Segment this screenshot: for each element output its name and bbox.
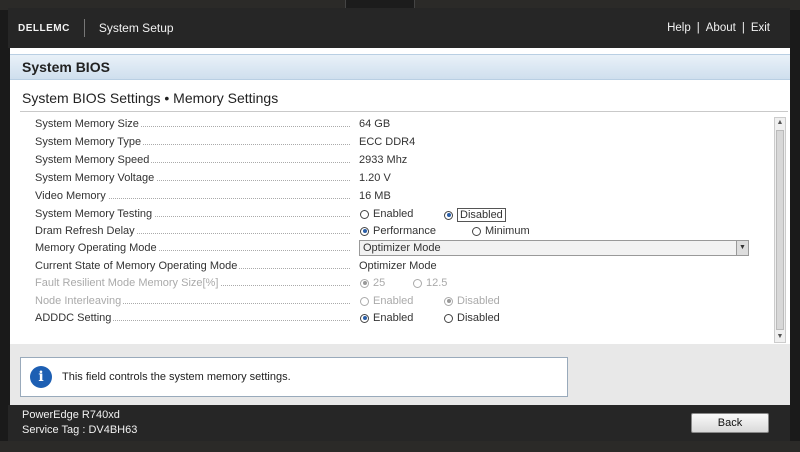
radio-enabled: Enabled: [360, 295, 413, 307]
setting-value: 2933 Mhz: [359, 154, 408, 166]
radio-button: [360, 296, 369, 306]
setting-label: Dram Refresh Delay: [35, 225, 137, 237]
page-title: System BIOS Settings • Memory Settings: [22, 90, 279, 106]
radio-button-selected: [360, 278, 369, 288]
setting-label: System Memory Size: [35, 118, 141, 130]
setting-row-video-memory: Video Memory 16 MB: [10, 188, 770, 205]
setting-value: ECC DDR4: [359, 136, 416, 148]
section-title-bar: System BIOS: [10, 54, 790, 80]
setting-value: Optimizer Mode: [359, 260, 437, 272]
setting-row-adddc: ADDDC Setting Enabled Disabled: [10, 310, 770, 327]
setting-row-memory-speed: System Memory Speed 2933 Mhz: [10, 152, 770, 169]
dropdown-value: Optimizer Mode: [363, 242, 441, 254]
scroll-up-icon[interactable]: ▲: [775, 118, 785, 128]
setting-label: Current State of Memory Operating Mode: [35, 260, 240, 272]
help-panel: i This field controls the system memory …: [10, 344, 790, 405]
setting-label: System Memory Speed: [35, 154, 152, 166]
help-text: This field controls the system memory se…: [62, 371, 291, 383]
radio-button[interactable]: [360, 209, 369, 219]
setting-row-dram-refresh: Dram Refresh Delay Performance Minimum: [10, 223, 770, 240]
main-panel: System BIOS System BIOS Settings • Memor…: [10, 48, 790, 405]
radio-button-selected[interactable]: [360, 226, 369, 236]
exit-link[interactable]: Exit: [751, 22, 770, 34]
setting-label: Memory Operating Mode: [35, 242, 159, 254]
operating-mode-dropdown[interactable]: Optimizer Mode ▼: [359, 240, 749, 256]
setting-label: System Memory Type: [35, 136, 144, 148]
setting-row-operating-mode: Memory Operating Mode Optimizer Mode ▼: [10, 240, 770, 257]
app-title: System Setup: [98, 21, 174, 35]
divider: [20, 111, 788, 112]
system-model: PowerEdge R740xd: [22, 409, 120, 421]
link-separator: |: [741, 22, 745, 34]
back-button[interactable]: Back: [691, 413, 769, 433]
header-divider: [83, 19, 85, 37]
radio-button-selected[interactable]: [360, 313, 369, 323]
setting-row-current-mode: Current State of Memory Operating Mode O…: [10, 258, 770, 275]
setting-row-memory-size: System Memory Size 64 GB: [10, 116, 770, 133]
help-box: i This field controls the system memory …: [20, 357, 568, 397]
chevron-down-icon[interactable]: ▼: [736, 241, 748, 255]
link-separator: |: [696, 22, 700, 34]
setting-label: System Memory Testing: [35, 208, 155, 220]
dell-emc-logo: DELLEMC: [18, 22, 70, 34]
setting-row-memory-voltage: System Memory Voltage 1.20 V: [10, 170, 770, 187]
help-link[interactable]: Help: [667, 22, 691, 34]
setting-value: 1.20 V: [359, 172, 391, 184]
setting-row-fault-resilient: Fault Resilient Mode Memory Size[%] 25 1…: [10, 275, 770, 292]
scroll-thumb[interactable]: [776, 130, 784, 330]
footer: PowerEdge R740xd Service Tag : DV4BH63 B…: [8, 405, 790, 441]
setting-label: System Memory Voltage: [35, 172, 157, 184]
setting-value: 64 GB: [359, 118, 391, 130]
radio-performance[interactable]: Performance: [360, 225, 436, 237]
radio-button[interactable]: [472, 226, 481, 236]
radio-enabled[interactable]: Enabled: [360, 208, 413, 220]
radio-disabled[interactable]: Disabled: [444, 208, 506, 222]
setting-row-node-interleaving: Node Interleaving Enabled Disabled: [10, 293, 770, 310]
setting-label: Video Memory: [35, 190, 108, 202]
radio-button[interactable]: [444, 313, 453, 323]
radio-button-selected[interactable]: [444, 210, 453, 220]
radio-12-5: 12.5: [413, 277, 447, 289]
header-links: Help | About | Exit: [667, 22, 770, 34]
radio-25: 25: [360, 277, 385, 289]
vertical-scrollbar[interactable]: ▲ ▼: [774, 117, 786, 343]
setting-row-memory-testing: System Memory Testing Enabled Disabled: [10, 206, 770, 223]
radio-disabled[interactable]: Disabled: [444, 312, 500, 324]
service-tag: Service Tag : DV4BH63: [22, 424, 138, 436]
setting-label: Node Interleaving: [35, 295, 124, 307]
setting-label: Fault Resilient Mode Memory Size[%]: [35, 277, 221, 289]
scroll-down-icon[interactable]: ▼: [775, 332, 785, 342]
monitor-bezel-bottom: [0, 441, 800, 452]
radio-enabled[interactable]: Enabled: [360, 312, 413, 324]
info-icon: i: [30, 366, 52, 388]
radio-button: [413, 278, 422, 288]
radio-minimum[interactable]: Minimum: [472, 225, 530, 237]
app-header: DELLEMC System Setup Help | About | Exit: [8, 8, 790, 48]
setting-row-memory-type: System Memory Type ECC DDR4: [10, 134, 770, 151]
setting-label: ADDDC Setting: [35, 312, 114, 324]
about-link[interactable]: About: [706, 22, 736, 34]
section-title: System BIOS: [22, 59, 110, 75]
setting-value: 16 MB: [359, 190, 391, 202]
radio-disabled: Disabled: [444, 295, 500, 307]
radio-button-selected: [444, 296, 453, 306]
